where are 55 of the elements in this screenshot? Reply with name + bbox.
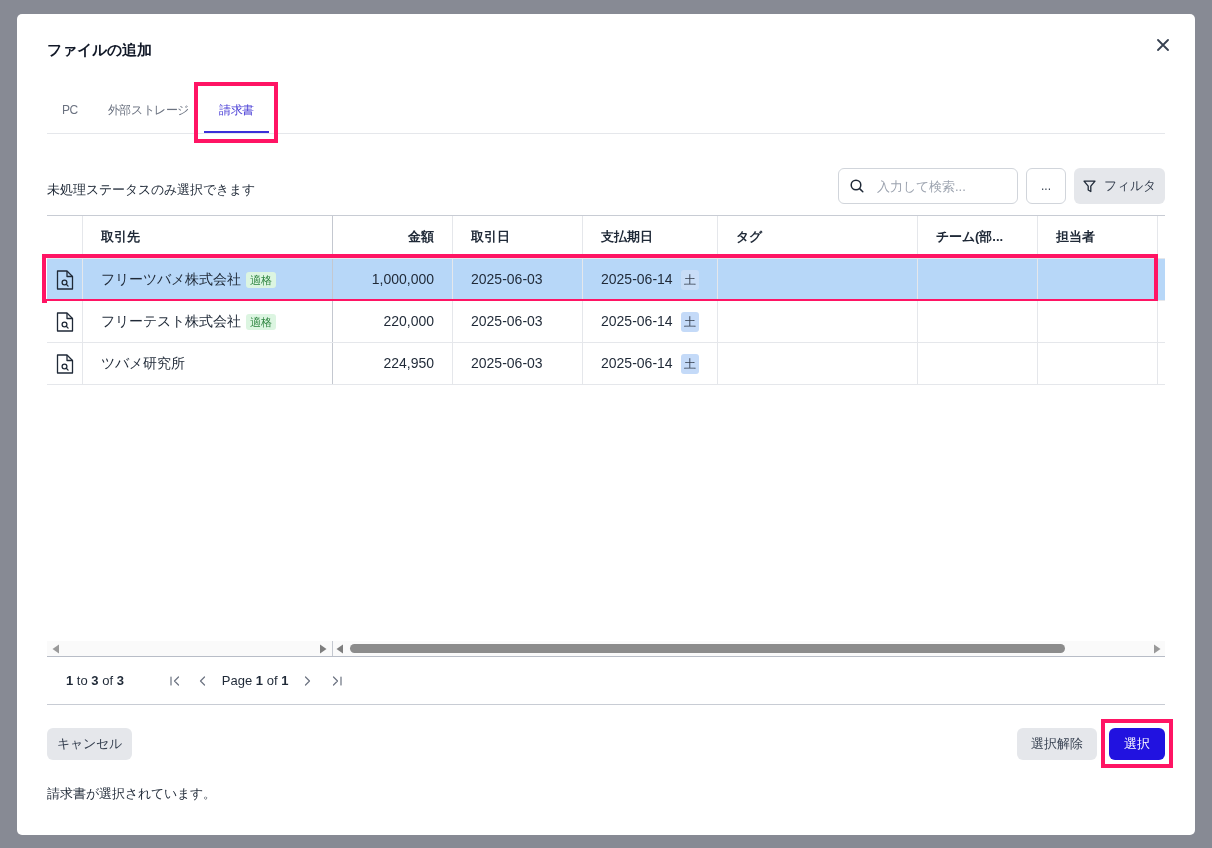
status-badge: 適格 (246, 271, 276, 288)
first-page-icon[interactable] (169, 675, 180, 686)
column-header[interactable]: チーム(部... (918, 216, 1038, 258)
close-icon[interactable] (1157, 39, 1169, 51)
filter-button[interactable]: フィルタ (1074, 168, 1165, 204)
column-header[interactable]: 担当者 (1038, 216, 1158, 258)
table-cell-text: 2025-06-03 (471, 270, 543, 289)
table-cell-text: 224,950 (383, 354, 434, 373)
document-search-icon (55, 311, 74, 332)
row-count-text: 1 to 3 of 3 (66, 671, 124, 690)
scroll-right-icon[interactable] (1153, 643, 1161, 654)
status-message: 請求書が選択されています。 (47, 785, 216, 803)
table-cell-text: 2025-06-03 (471, 354, 543, 373)
table-cell-text: 2025-06-14 (601, 354, 673, 373)
scrollbar-thumb[interactable] (350, 644, 1065, 653)
company-name: フリーツバメ株式会社 (101, 270, 241, 289)
search-field[interactable]: 入力して検索... (838, 168, 1018, 204)
previous-page-icon[interactable] (198, 675, 206, 686)
table-cell-text: 1,000,000 (371, 270, 434, 289)
weekday-badge: 土 (680, 353, 699, 374)
clear-selection-button[interactable]: 選択解除 (1017, 728, 1097, 760)
column-header[interactable]: 取引日 (453, 216, 583, 258)
page-indicator-text: Page 1 of 1 (221, 671, 289, 690)
tab[interactable]: 外部ストレージ (92, 89, 205, 133)
dialog-title: ファイルの追加 (47, 40, 152, 60)
status-badge: 適格 (246, 313, 276, 330)
table-cell-text: 2025-06-14 (601, 270, 673, 289)
table-cell-text: 220,000 (383, 312, 434, 331)
table-cell-text: 2025-06-03 (471, 312, 543, 331)
table-cell-text: 2025-06-14 (601, 312, 673, 331)
last-page-icon[interactable] (332, 675, 343, 686)
tab[interactable]: 請求書 (204, 89, 269, 133)
weekday-badge: 土 (680, 269, 699, 290)
scroll-left-icon[interactable] (52, 643, 60, 654)
column-header[interactable]: 取引先 (83, 216, 333, 258)
scroll-left-icon[interactable] (336, 643, 344, 654)
column-header[interactable]: タグ (718, 216, 918, 258)
company-name: フリーテスト株式会社 (101, 312, 241, 331)
company-name: ツバメ研究所 (101, 354, 185, 373)
table-row[interactable]: フリーテスト株式会社 適格 220,000 2025-06-03 2025-06-14 土 (47, 301, 1165, 343)
scroll-right-icon[interactable] (319, 643, 327, 654)
more-button[interactable]: ... (1026, 168, 1066, 204)
weekday-badge: 土 (680, 311, 699, 332)
tab[interactable]: PC (47, 89, 93, 133)
column-header[interactable]: 金額 (333, 216, 453, 258)
funnel-icon (1083, 179, 1096, 193)
table-row[interactable]: ツバメ研究所 224,950 2025-06-03 2025-06-14 土 (47, 343, 1165, 385)
search-icon (850, 179, 864, 193)
select-button[interactable]: 選択 (1109, 728, 1165, 760)
cancel-button[interactable]: キャンセル (47, 728, 132, 760)
document-search-icon (55, 269, 74, 290)
column-header[interactable]: 支払期日 (583, 216, 718, 258)
document-search-icon (55, 353, 74, 374)
next-page-icon[interactable] (304, 675, 312, 686)
notice-text: 未処理ステータスのみ選択できます (47, 181, 255, 199)
